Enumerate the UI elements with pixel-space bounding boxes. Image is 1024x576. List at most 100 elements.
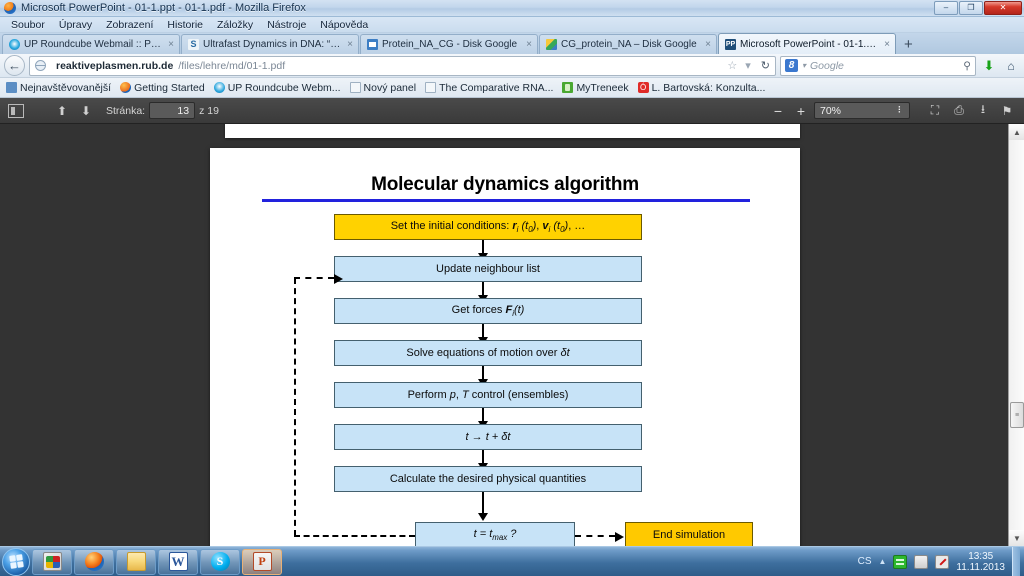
- clock-time: 13:35: [968, 550, 994, 562]
- tab-close-icon[interactable]: ×: [526, 39, 532, 50]
- address-bar[interactable]: reaktiveplasmen.rub.de /files/lehre/md/0…: [29, 55, 776, 76]
- taskbar-item-powerpoint[interactable]: P: [242, 548, 282, 575]
- taskbar-item-skype[interactable]: S: [200, 548, 240, 575]
- search-bar[interactable]: 8 ▾ Google ⚲: [780, 55, 976, 76]
- menu-upravy[interactable]: Úpravy: [53, 18, 98, 32]
- flow-box-decision: t = tmax ?: [415, 522, 575, 546]
- vertical-scrollbar[interactable]: ▲ ≡ ▼: [1008, 124, 1024, 546]
- tab-roundcube-webmail[interactable]: UP Roundcube Webmail :: Příchozí p... ×: [2, 34, 180, 54]
- scroll-down-arrow[interactable]: ▼: [1009, 530, 1024, 546]
- download-icon[interactable]: ⬇: [980, 58, 998, 74]
- tab-close-icon[interactable]: ×: [347, 39, 353, 50]
- menu-historie[interactable]: Historie: [161, 18, 209, 32]
- flow-box-forces: Get forces Fi(t): [334, 298, 642, 324]
- zoom-in-button[interactable]: +: [791, 102, 811, 120]
- flow-box-ensembles: Perform p, T control (ensembles): [334, 382, 642, 408]
- menu-zalozky[interactable]: Záložky: [211, 18, 259, 32]
- language-indicator[interactable]: CS: [858, 556, 872, 567]
- tab-close-icon[interactable]: ×: [168, 39, 174, 50]
- flow-box-neighbour: Update neighbour list: [334, 256, 642, 282]
- flow-box-label: Update neighbour list: [436, 263, 540, 275]
- flow-arrow: [478, 366, 488, 387]
- bookmark-nejnavstevovanejsi[interactable]: Nejnavštěvovanější: [3, 82, 114, 94]
- search-icon[interactable]: ⚲: [963, 60, 971, 72]
- reload-icon[interactable]: ↻: [761, 59, 770, 72]
- pdf-viewer[interactable]: Molecular dynamics algorithm Set the ini…: [0, 124, 1024, 546]
- bookmark-up-roundcube[interactable]: UP Roundcube Webm...: [211, 82, 344, 94]
- tab-close-icon[interactable]: ×: [705, 39, 711, 50]
- bookmark-icon[interactable]: ⚑: [996, 101, 1018, 120]
- minimize-button[interactable]: –: [934, 1, 958, 15]
- tab-label: Protein_NA_CG - Disk Google: [382, 39, 518, 50]
- close-button[interactable]: ✕: [984, 1, 1022, 15]
- menu-nastroje[interactable]: Nástroje: [261, 18, 312, 32]
- chevron-down-icon[interactable]: ▾: [745, 59, 751, 72]
- flow-arrow: [478, 492, 488, 521]
- sidebar-toggle-button[interactable]: [6, 102, 26, 120]
- zoom-select[interactable]: 70% ⠇: [814, 102, 910, 119]
- bookmark-label: L. Bartovská: Konzulta...: [651, 81, 766, 94]
- tab-ultrafast-dynamics-dna[interactable]: S Ultrafast Dynamics in DNA: “Fraying” .…: [181, 34, 359, 54]
- bookmark-getting-started[interactable]: Getting Started: [117, 82, 208, 94]
- show-hidden-icons-icon[interactable]: ▲: [879, 557, 887, 566]
- globe-icon: [35, 60, 46, 71]
- flow-box-integrate: Solve equations of motion over δt: [334, 340, 642, 366]
- show-desktop-button[interactable]: [1012, 546, 1020, 576]
- navigation-bar: ← reaktiveplasmen.rub.de /files/lehre/md…: [0, 54, 1024, 78]
- bookmark-novy-panel[interactable]: Nový panel: [347, 82, 420, 94]
- speaker-icon[interactable]: [914, 554, 929, 569]
- firefox-icon: [84, 552, 104, 571]
- bookmark-label: UP Roundcube Webm...: [227, 81, 341, 94]
- start-button[interactable]: [2, 547, 30, 576]
- bookmark-mytreneek[interactable]: MyTreneek: [559, 82, 631, 94]
- volume-mute-icon[interactable]: [935, 554, 950, 569]
- taskbar-item-word[interactable]: W: [158, 548, 198, 575]
- bookmark-bartovska-konzultace[interactable]: L. Bartovská: Konzulta...: [635, 82, 769, 94]
- back-button[interactable]: ←: [4, 55, 25, 76]
- scrollbar-thumb[interactable]: ≡: [1010, 402, 1024, 428]
- taskbar-item-powerpoint-window[interactable]: [32, 548, 72, 575]
- flow-box-label: t → t + δt: [465, 431, 511, 443]
- flow-box-end-simulation: End simulation: [625, 522, 753, 546]
- restore-button[interactable]: ❐: [959, 1, 983, 15]
- flow-box-label: t = tmax ?: [473, 527, 517, 543]
- feedback-loop-vertical: [294, 278, 296, 536]
- bookmark-label: Getting Started: [134, 81, 205, 94]
- taskbar-item-explorer[interactable]: [116, 548, 156, 575]
- home-icon[interactable]: ⌂: [1002, 59, 1020, 73]
- menu-soubor[interactable]: Soubor: [5, 18, 51, 32]
- tab-close-icon[interactable]: ×: [884, 39, 890, 50]
- taskbar-item-firefox[interactable]: [74, 548, 114, 575]
- google-search-engine-icon[interactable]: 8: [785, 59, 798, 72]
- clock[interactable]: 13:35 11.11.2013: [956, 551, 1005, 573]
- bookmark-label: The Comparative RNA...: [439, 81, 554, 94]
- tab-cg-protein-na[interactable]: CG_protein_NA – Disk Google ×: [539, 34, 717, 54]
- tab-protein-na-cg[interactable]: Protein_NA_CG - Disk Google ×: [360, 34, 538, 54]
- bookmark-label: Nejnavštěvovanější: [20, 81, 112, 94]
- menu-napoveda[interactable]: Nápověda: [314, 18, 374, 32]
- flow-box-label: Set the initial conditions: ri (t0), vi …: [390, 219, 586, 235]
- taskbar: W S P CS ▲ 13:35 11.11.2013: [0, 546, 1024, 576]
- tab-microsoft-powerpoint[interactable]: PP Microsoft PowerPoint - 01-1.ppt - 01-…: [718, 33, 896, 54]
- next-page-button[interactable]: ⬇: [76, 102, 96, 120]
- presentation-mode-icon[interactable]: ⛶: [924, 101, 946, 120]
- page-number-input[interactable]: 13: [149, 102, 196, 119]
- roundcube-icon: [9, 39, 20, 50]
- new-tab-button[interactable]: +: [897, 36, 920, 54]
- search-input[interactable]: Google: [810, 60, 844, 72]
- bookmark-comparative-rna[interactable]: The Comparative RNA...: [422, 82, 556, 94]
- bookmark-label: Nový panel: [363, 81, 417, 94]
- download-icon[interactable]: ⭳: [972, 101, 994, 120]
- previous-page-button[interactable]: ⬆: [52, 102, 72, 120]
- network-icon[interactable]: [893, 554, 908, 569]
- zoom-out-button[interactable]: −: [768, 102, 788, 120]
- menu-zobrazeni[interactable]: Zobrazení: [100, 18, 159, 32]
- mytreneek-icon: [562, 82, 574, 93]
- chevron-down-icon[interactable]: ▾: [802, 61, 806, 70]
- bookmark-star-icon[interactable]: ☆: [727, 59, 737, 72]
- page-title: Molecular dynamics algorithm: [371, 174, 639, 195]
- powerpoint-icon: P: [252, 552, 272, 571]
- scroll-up-arrow[interactable]: ▲: [1009, 124, 1024, 140]
- tab-label: UP Roundcube Webmail :: Příchozí p...: [24, 39, 164, 50]
- print-icon[interactable]: ⎙: [948, 101, 970, 120]
